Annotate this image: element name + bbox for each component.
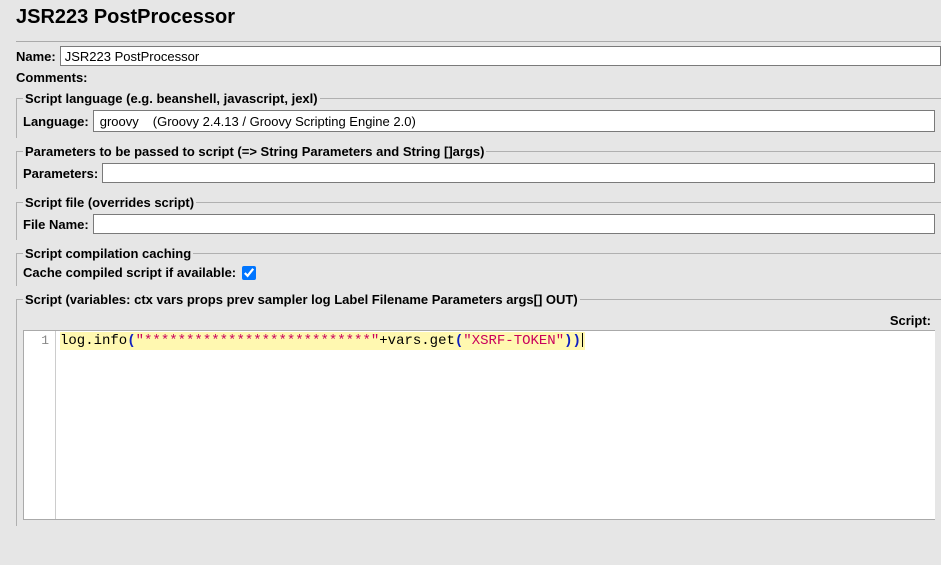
editor-gutter: 1 <box>24 331 56 519</box>
name-input[interactable] <box>60 46 941 66</box>
language-selected-desc: (Groovy 2.4.13 / Groovy Scripting Engine… <box>153 114 416 129</box>
divider <box>16 41 941 42</box>
comments-row: Comments: <box>16 70 941 85</box>
parameters-input[interactable] <box>102 163 935 183</box>
text-caret <box>582 333 583 347</box>
cache-legend: Script compilation caching <box>23 246 193 261</box>
language-fieldset: Script language (e.g. beanshell, javascr… <box>16 91 941 138</box>
filename-input[interactable] <box>93 214 935 234</box>
language-label: Language: <box>23 114 89 129</box>
parameters-label: Parameters: <box>23 166 98 181</box>
script-fieldset: Script (variables: ctx vars props prev s… <box>16 292 941 526</box>
editor-code-area[interactable]: log.info("***************************"+v… <box>56 331 935 519</box>
cache-checkbox[interactable] <box>242 266 256 280</box>
script-legend: Script (variables: ctx vars props prev s… <box>23 292 580 307</box>
language-legend: Script language (e.g. beanshell, javascr… <box>23 91 320 106</box>
parameters-legend: Parameters to be passed to script (=> St… <box>23 144 486 159</box>
scriptfile-legend: Script file (overrides script) <box>23 195 196 210</box>
cache-fieldset: Script compilation caching Cache compile… <box>16 246 941 286</box>
name-row: Name: <box>16 46 941 66</box>
parameters-fieldset: Parameters to be passed to script (=> St… <box>16 144 941 189</box>
name-label: Name: <box>16 49 56 64</box>
comments-label: Comments: <box>16 70 88 85</box>
page-title: JSR223 PostProcessor <box>16 6 941 29</box>
language-dropdown[interactable]: groovy (Groovy 2.4.13 / Groovy Scripting… <box>93 110 935 132</box>
script-label: Script: <box>890 313 931 328</box>
language-selected-name: groovy <box>100 114 139 129</box>
cache-label: Cache compiled script if available: <box>23 265 236 280</box>
scriptfile-fieldset: Script file (overrides script) File Name… <box>16 195 941 240</box>
filename-label: File Name: <box>23 217 89 232</box>
code-line-1: log.info("***************************"+v… <box>60 332 585 350</box>
script-editor[interactable]: 1 log.info("***************************"… <box>23 330 935 520</box>
